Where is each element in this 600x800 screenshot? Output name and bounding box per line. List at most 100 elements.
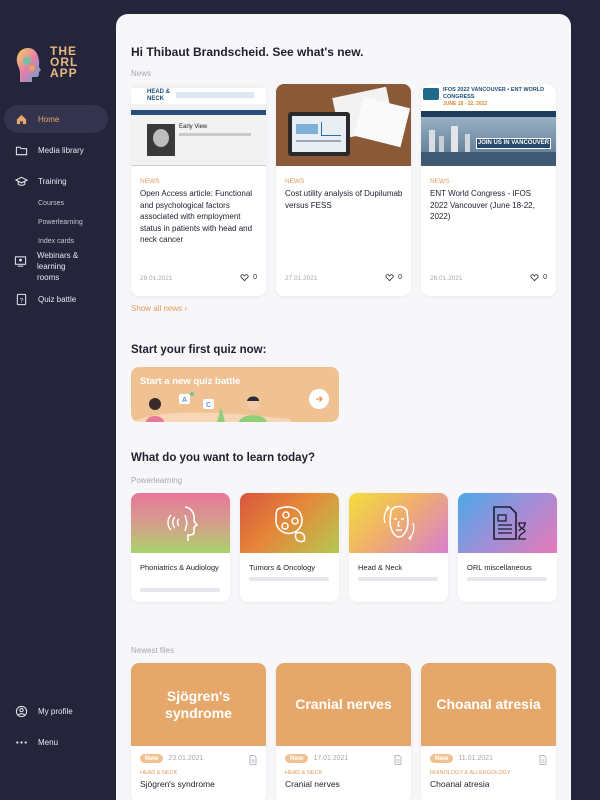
document-icon	[539, 755, 547, 765]
sidebar-item-quiz-battle[interactable]: ? Quiz battle	[4, 285, 108, 313]
sidebar-subitem-powerlearning[interactable]: Powerlearning	[38, 219, 83, 226]
new-badge: New	[430, 754, 454, 763]
powerlearning-label: Head & Neck	[358, 563, 403, 572]
sidebar-item-home[interactable]: Home	[4, 105, 108, 133]
heart-icon	[240, 274, 249, 282]
powerlearning-image	[458, 493, 557, 553]
progress-bar	[358, 577, 438, 581]
file-category: HEAD & NECK	[285, 770, 323, 776]
svg-text:C: C	[206, 402, 211, 409]
sidebar-item-webinars[interactable]: Webinars & learning rooms	[4, 250, 84, 284]
news-tag: NEWS	[430, 178, 450, 185]
file-meta: New 23.01.2021	[140, 754, 203, 763]
powerlearning-label: ORL miscellaneous	[467, 563, 532, 572]
sidebar-item-label: Training	[38, 176, 67, 186]
like-button[interactable]: 0	[530, 273, 547, 282]
like-button[interactable]: 0	[385, 273, 402, 282]
svg-text:A: A	[182, 397, 187, 404]
document-hourglass-icon	[492, 506, 526, 540]
svg-text:?: ?	[19, 297, 23, 304]
file-title: Cranial nerves	[285, 779, 340, 789]
news-section-label: News	[131, 69, 152, 78]
more-dots-icon	[14, 735, 28, 749]
powerlearning-label: Phoniatrics & Audiology	[140, 563, 219, 572]
main-panel: Hi Thibaut Brandscheid. See what's new. …	[116, 14, 571, 800]
show-all-label: Show all news	[131, 304, 183, 313]
powerlearning-card[interactable]: Phoniatrics & Audiology	[131, 493, 230, 602]
news-date: 28.01.2021	[140, 275, 173, 282]
new-badge: New	[140, 754, 164, 763]
powerlearning-image	[131, 493, 230, 553]
powerlearning-label: Tumors & Oncology	[249, 563, 315, 572]
news-card[interactable]: IFOS 2022 VANCOUVER • ENT WORLD CONGRESS…	[421, 84, 556, 296]
app-logo[interactable]: THE ORL APP	[14, 44, 104, 86]
file-card[interactable]: Choanal atresia New 11.01.2021 RHINOLOGY…	[421, 663, 556, 800]
like-count: 0	[398, 274, 402, 281]
sidebar-item-label: Webinars & learning rooms	[37, 251, 79, 282]
page-title: Hi Thibaut Brandscheid. See what's new.	[131, 45, 364, 59]
arrow-right-icon	[316, 396, 323, 402]
powerlearning-image	[349, 493, 448, 553]
news-date: 27.01.2021	[285, 275, 318, 282]
document-icon	[394, 755, 402, 765]
article-heading: Early View	[179, 124, 208, 130]
like-button[interactable]: 0	[240, 273, 257, 282]
home-icon	[14, 112, 28, 126]
start-quiz-banner[interactable]: Start a new quiz battle A C	[131, 367, 339, 422]
sidebar-item-label: Quiz battle	[38, 294, 77, 304]
sidebar-item-label: Home	[38, 114, 60, 124]
sidebar-item-media-library[interactable]: Media library	[4, 136, 108, 164]
sidebar-subitem-index-cards[interactable]: Index cards	[38, 238, 74, 245]
document-icon	[249, 755, 257, 765]
cells-icon	[274, 506, 305, 543]
file-cover: Choanal atresia	[421, 663, 556, 746]
file-meta: New 17.01.2021	[285, 754, 348, 763]
learn-heading: What do you want to learn today?	[131, 452, 315, 464]
powerlearning-card[interactable]: Head & Neck	[349, 493, 448, 602]
powerlearning-label: Powerlearning	[131, 476, 183, 485]
news-image: HEAD & NECK Early View	[131, 84, 266, 166]
file-date: 11.01.2021	[458, 755, 493, 762]
sidebar-item-label: Menu	[38, 737, 59, 747]
face-icon	[383, 505, 414, 541]
sidebar-item-menu[interactable]: Menu	[4, 728, 108, 756]
news-card[interactable]: HEAD & NECK Early View NEWS Open Access …	[131, 84, 266, 296]
chevron-right-icon: ›	[184, 304, 188, 313]
sidebar: THE ORL APP Home Media library Training …	[0, 0, 116, 800]
sidebar-item-label: My profile	[38, 706, 73, 716]
file-category: RHINOLOGY & ALLERGOLOGY	[430, 770, 511, 776]
folder-icon	[14, 143, 28, 157]
powerlearning-card[interactable]: ORL miscellaneous	[458, 493, 557, 602]
sidebar-item-training[interactable]: Training	[4, 167, 108, 195]
file-category: HEAD & NECK	[140, 770, 178, 776]
file-cover: Cranial nerves	[276, 663, 411, 746]
files-section-label: Newest files	[131, 646, 175, 655]
user-icon	[14, 704, 28, 718]
powerlearning-image	[240, 493, 339, 553]
news-title: Cost utility analysis of Dupilumab versu…	[285, 189, 403, 210]
file-meta: New 11.01.2021	[430, 754, 493, 763]
show-all-news-link[interactable]: Show all news ›	[131, 304, 187, 313]
quiz-heading: Start your first quiz now:	[131, 344, 267, 356]
quiz-illustration: A C	[131, 392, 291, 422]
powerlearning-card[interactable]: Tumors & Oncology	[240, 493, 339, 602]
file-date: 17.01.2021	[313, 755, 349, 762]
sidebar-item-my-profile[interactable]: My profile	[4, 697, 108, 725]
quiz-icon: ?	[14, 292, 28, 306]
webinar-icon	[14, 254, 27, 268]
sidebar-subitem-courses[interactable]: Courses	[38, 200, 64, 207]
news-card[interactable]: NEWS Cost utility analysis of Dupilumab …	[276, 84, 411, 296]
quiz-arrow-button[interactable]	[309, 389, 329, 409]
file-title: Choanal atresia	[430, 779, 490, 789]
file-card[interactable]: Cranial nerves New 17.01.2021 HEAD & NEC…	[276, 663, 411, 800]
quiz-banner-title: Start a new quiz battle	[140, 376, 241, 387]
progress-bar	[467, 577, 547, 581]
congress-banner-dates: JUNE 18 - 22, 2022	[443, 101, 488, 107]
heart-icon	[530, 274, 539, 282]
file-card[interactable]: Sjögren's syndrome New 23.01.2021 HEAD &…	[131, 663, 266, 800]
heart-icon	[385, 274, 394, 282]
file-title: Sjögren's syndrome	[140, 779, 215, 789]
news-tag: NEWS	[285, 178, 305, 185]
logo-text: THE ORL APP	[50, 44, 79, 80]
news-date: 26.01.2021	[430, 275, 463, 282]
